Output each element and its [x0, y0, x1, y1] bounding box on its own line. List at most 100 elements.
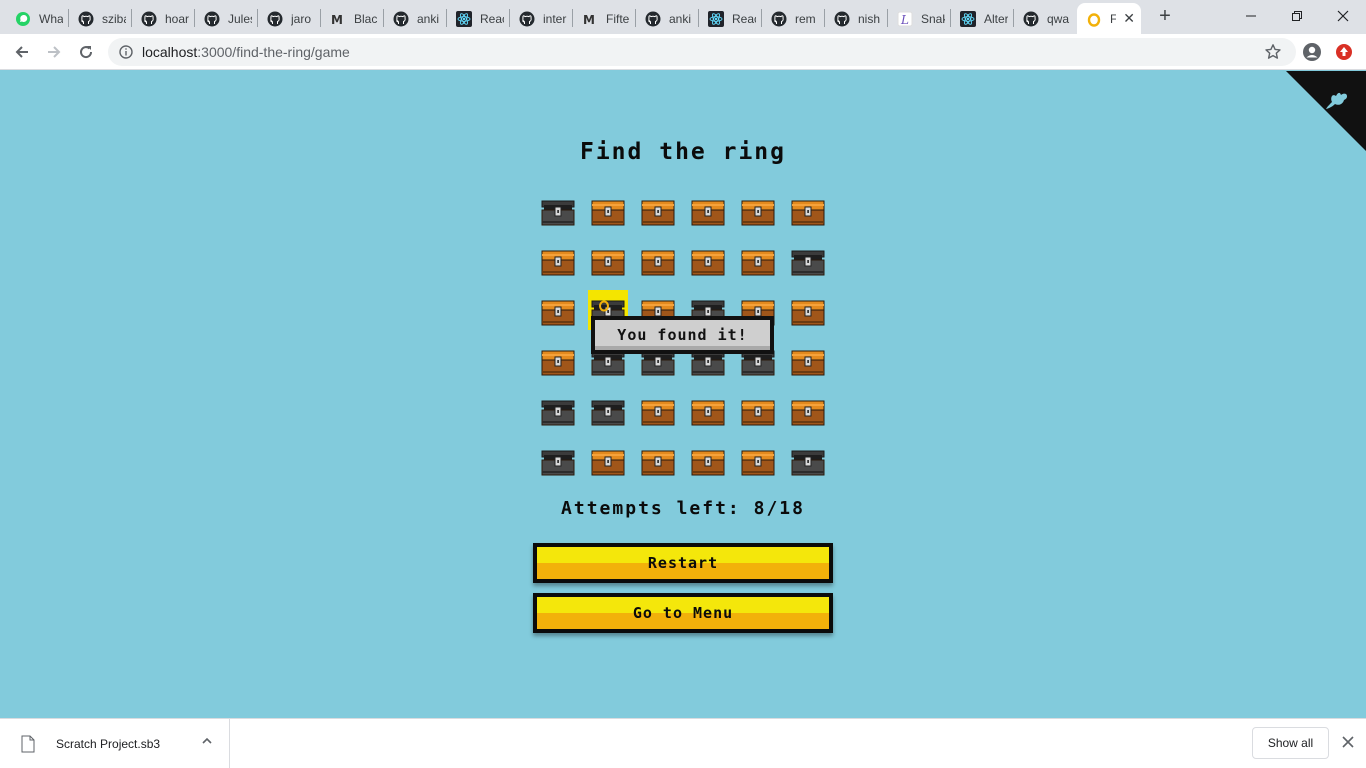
- letters-icon: M: [330, 11, 346, 27]
- chest-cell-closed[interactable]: [733, 188, 783, 238]
- react-icon: [960, 10, 976, 27]
- chest-cell-closed[interactable]: [633, 238, 683, 288]
- restore-icon: [1292, 11, 1302, 21]
- info-icon[interactable]: [119, 45, 133, 59]
- url-host: localhost: [142, 44, 198, 60]
- chest-cell-closed[interactable]: [683, 388, 733, 438]
- letters-icon: M: [582, 11, 598, 27]
- browser-tab[interactable]: L Snak: [888, 5, 951, 32]
- chest-cell-opened[interactable]: [533, 438, 583, 488]
- tab-active[interactable]: F ✕: [1077, 3, 1141, 34]
- browser-tab[interactable]: sziba: [69, 5, 132, 32]
- chest-cell-closed[interactable]: [533, 238, 583, 288]
- browser-tab[interactable]: M Blac: [321, 5, 384, 32]
- chest-cell-closed[interactable]: [733, 388, 783, 438]
- browser-tab[interactable]: inter: [510, 5, 573, 32]
- chest-cell-opened[interactable]: [583, 388, 633, 438]
- chest-cell-opened[interactable]: [533, 388, 583, 438]
- opened-chest-icon: [791, 250, 825, 276]
- chest-cell-closed[interactable]: [733, 438, 783, 488]
- browser-tab[interactable]: M Fifte: [573, 5, 636, 32]
- closed-chest-icon: [791, 300, 825, 326]
- browser-toolbar: localhost:3000/find-the-ring/game: [0, 34, 1366, 70]
- chest-cell-closed[interactable]: [583, 438, 633, 488]
- closed-chest-icon: [641, 200, 675, 226]
- chest-cell-opened[interactable]: [783, 438, 833, 488]
- back-arrow-icon: [15, 46, 28, 58]
- chest-cell-closed[interactable]: [533, 288, 583, 338]
- browser-tab[interactable]: hoar: [132, 5, 195, 32]
- chest-cell-closed[interactable]: [633, 438, 683, 488]
- tab-title: nish: [858, 11, 881, 26]
- browser-tab[interactable]: Wha: [6, 5, 69, 32]
- browser-tab[interactable]: qwa: [1014, 5, 1077, 32]
- chest-cell-closed[interactable]: [683, 438, 733, 488]
- chest-cell-closed[interactable]: [583, 238, 633, 288]
- chest-cell-closed[interactable]: [783, 388, 833, 438]
- github-icon: [645, 11, 661, 27]
- tab-title: anki: [669, 11, 692, 26]
- browser-tab[interactable]: nish: [825, 5, 888, 32]
- browser-tab[interactable]: anki: [636, 5, 699, 32]
- close-icon: [1337, 10, 1349, 22]
- chest-cell-closed[interactable]: [683, 238, 733, 288]
- svg-text:M: M: [583, 13, 595, 27]
- download-item[interactable]: Scratch Project.sb3: [12, 719, 230, 768]
- extension-button[interactable]: [1332, 40, 1356, 64]
- react-icon: [708, 10, 724, 27]
- chest-cell-closed[interactable]: [533, 338, 583, 388]
- restore-button[interactable]: [1274, 0, 1320, 32]
- browser-tab[interactable]: jaro: [258, 5, 321, 32]
- forward-arrow-icon: [48, 46, 61, 58]
- close-tab-icon[interactable]: ✕: [1123, 10, 1135, 27]
- back-button[interactable]: [10, 40, 34, 64]
- reload-button[interactable]: [74, 40, 98, 64]
- found-message: You found it!: [591, 316, 774, 354]
- close-window-button[interactable]: [1320, 0, 1366, 32]
- chest-cell-opened[interactable]: [783, 238, 833, 288]
- closed-chest-icon: [741, 200, 775, 226]
- svg-text:L: L: [900, 13, 909, 27]
- show-all-button[interactable]: Show all: [1252, 727, 1329, 759]
- browser-tab[interactable]: anki: [384, 5, 447, 32]
- chest-cell-closed[interactable]: [683, 188, 733, 238]
- lambda-icon: L: [897, 11, 913, 27]
- github-icon: [771, 11, 787, 27]
- chest-cell-closed[interactable]: [633, 388, 683, 438]
- opened-chest-icon: [591, 400, 625, 426]
- restart-button[interactable]: Restart: [533, 543, 833, 583]
- url-text: localhost:3000/find-the-ring/game: [142, 44, 350, 60]
- browser-tab[interactable]: Jules: [195, 5, 258, 32]
- chest-cell-closed[interactable]: [783, 188, 833, 238]
- close-download-bar-button[interactable]: [1339, 733, 1357, 751]
- minimize-button[interactable]: [1228, 0, 1274, 32]
- chest-cell-closed[interactable]: [783, 338, 833, 388]
- react-icon: [456, 10, 472, 27]
- closed-chest-icon: [741, 400, 775, 426]
- opened-chest-icon: [541, 450, 575, 476]
- browser-tab[interactable]: Reac: [447, 5, 510, 32]
- go-to-menu-button[interactable]: Go to Menu: [533, 593, 833, 633]
- closed-chest-icon: [741, 250, 775, 276]
- browser-tab[interactable]: rem: [762, 5, 825, 32]
- game-page: Find the ring You found it! Attempts lef…: [0, 71, 1366, 718]
- chest-cell-closed[interactable]: [583, 188, 633, 238]
- download-file-name: Scratch Project.sb3: [56, 737, 161, 751]
- chest-cell-closed[interactable]: [633, 188, 683, 238]
- forward-button[interactable]: [42, 40, 66, 64]
- chest-cell-opened[interactable]: [533, 188, 583, 238]
- new-tab-button[interactable]: +: [1153, 6, 1177, 28]
- browser-tab[interactable]: Reac: [699, 5, 762, 32]
- address-bar[interactable]: localhost:3000/find-the-ring/game: [108, 38, 1296, 66]
- tab-title: Blac: [354, 11, 378, 26]
- chevron-up-icon[interactable]: [201, 735, 213, 747]
- browser-tab[interactable]: Alter: [951, 5, 1014, 32]
- profile-button[interactable]: [1300, 40, 1324, 64]
- bookmark-star-icon[interactable]: [1264, 43, 1282, 61]
- closed-chest-icon: [541, 250, 575, 276]
- closed-chest-icon: [791, 350, 825, 376]
- github-icon: [519, 11, 535, 27]
- chest-cell-closed[interactable]: [783, 288, 833, 338]
- chest-cell-closed[interactable]: [733, 238, 783, 288]
- github-icon: [78, 11, 94, 27]
